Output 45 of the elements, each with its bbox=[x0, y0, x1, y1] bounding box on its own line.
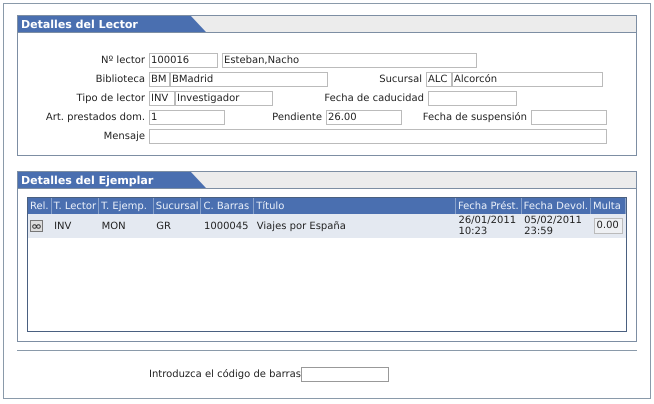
table-cell: 26/01/2011 10:23 bbox=[458, 215, 516, 237]
input-field[interactable]: 26.00 bbox=[326, 110, 402, 124]
field-label: Nº lector bbox=[100, 54, 146, 68]
input-field[interactable] bbox=[428, 90, 517, 106]
column-header[interactable]: Fecha Devol. bbox=[521, 198, 591, 214]
chain-icon bbox=[32, 224, 41, 228]
panel-title: Detalles del Lector bbox=[18, 16, 206, 32]
field-label: Fecha de caducidad bbox=[323, 92, 425, 106]
column-header[interactable]: T. Ejemp. bbox=[98, 198, 154, 214]
column-header[interactable]: Sucursal bbox=[153, 198, 201, 214]
field-label: Fecha de suspensión bbox=[422, 110, 528, 124]
input-field[interactable] bbox=[531, 110, 607, 124]
field-label: Art. prestados dom. bbox=[44, 110, 146, 124]
input-field[interactable]: 1 bbox=[149, 110, 225, 124]
field-label: Pendiente bbox=[271, 110, 323, 124]
input-field[interactable]: ALC bbox=[426, 72, 452, 86]
field-label: Sucursal bbox=[378, 72, 423, 86]
barcode-label: Introduzca el código de barras bbox=[149, 368, 301, 382]
input-field[interactable]: Esteban,Nacho bbox=[222, 52, 477, 68]
column-header[interactable]: C. Barras bbox=[200, 198, 254, 214]
table-cell: Viajes por España bbox=[256, 220, 346, 232]
column-header[interactable]: T. Lector bbox=[51, 198, 99, 214]
input-field[interactable]: BM bbox=[149, 72, 170, 86]
table-cell: 0.00 bbox=[594, 218, 622, 234]
table-cell: MON bbox=[102, 220, 126, 232]
panel-title: Detalles del Ejemplar bbox=[18, 172, 206, 188]
input-field[interactable]: Investigador bbox=[175, 90, 273, 106]
table-cell: GR bbox=[156, 220, 171, 232]
field-label: Mensaje bbox=[102, 130, 146, 144]
input-field[interactable] bbox=[149, 128, 607, 144]
table-cell: 05/02/2011 23:59 bbox=[524, 215, 582, 237]
field-label: Tipo de lector bbox=[76, 92, 146, 106]
table-cell: 1000045 bbox=[204, 220, 249, 232]
column-header[interactable]: Rel. bbox=[28, 198, 52, 214]
field-label: Biblioteca bbox=[94, 72, 146, 86]
table-cell: INV bbox=[54, 220, 72, 232]
column-header[interactable]: Título bbox=[254, 198, 456, 214]
input-field[interactable]: BMadrid bbox=[170, 72, 328, 86]
input-field[interactable]: 100016 bbox=[149, 52, 218, 68]
input-field[interactable]: Alcorcón bbox=[452, 72, 603, 86]
barcode-field[interactable] bbox=[301, 367, 389, 382]
link-button[interactable] bbox=[30, 220, 43, 232]
column-header[interactable]: Fecha Prést. bbox=[455, 198, 522, 214]
input-field[interactable]: INV bbox=[149, 90, 175, 106]
column-header[interactable]: Multa bbox=[590, 198, 626, 214]
